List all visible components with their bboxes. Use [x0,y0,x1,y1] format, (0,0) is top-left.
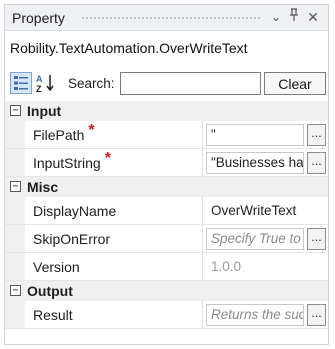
result-field[interactable]: Returns the suc [206,304,304,326]
activity-class-name: Robility.TextAutomation.OverWriteText [10,40,248,56]
search-input[interactable] [120,72,261,95]
category-misc[interactable]: − Misc [5,177,328,197]
drag-grip[interactable] [81,16,261,21]
property-name: Result [33,301,203,328]
inputstring-field[interactable]: "Businesses ha [206,152,304,174]
svg-text:Z: Z [36,84,42,94]
category-label: Input [27,103,62,119]
category-input[interactable]: − Input [5,101,328,121]
filepath-field[interactable]: " [206,124,304,146]
search-label: Search: [68,76,115,91]
property-row-filepath: FilePath * " ... [5,121,328,149]
displayname-field[interactable]: OverWriteText [206,200,304,222]
skiponerror-field[interactable]: Specify True to [206,228,304,250]
clear-button[interactable]: Clear [264,72,326,95]
property-row-skiponerror: SkipOnError Specify True to ... [5,225,328,253]
property-row-displayname: DisplayName OverWriteText [5,197,328,225]
collapse-icon[interactable]: − [10,181,21,192]
category-label: Output [27,283,73,299]
pin-icon[interactable] [286,8,302,26]
property-row-result: Result Returns the suc ... [5,301,328,329]
panel-title-bar[interactable]: Property ⌄ ✕ [5,5,328,31]
property-row-version: Version 1.0.0 [5,253,328,281]
svg-text:A: A [36,74,43,84]
ellipsis-button[interactable]: ... [307,228,326,250]
property-name: SkipOnError [33,225,203,252]
property-name: DisplayName [33,197,203,224]
property-name: Version [33,253,203,280]
required-marker: * [88,122,95,139]
property-toolbar: A Z Search: Clear [5,69,328,99]
sort-alphabetical-icon[interactable]: A Z [35,72,57,94]
ellipsis-button[interactable]: ... [307,152,326,174]
required-marker: * [104,150,111,167]
property-panel: Property ⌄ ✕ Robility.TextAutomation.Ove… [4,4,329,345]
panel-title: Property [12,10,65,26]
category-label: Misc [27,179,59,195]
category-output[interactable]: − Output [5,281,328,301]
property-row-inputstring: InputString * "Businesses ha ... [5,149,328,177]
close-icon[interactable]: ✕ [305,8,321,26]
ellipsis-button[interactable]: ... [307,304,326,326]
property-name: FilePath * [33,121,203,148]
ellipsis-button[interactable]: ... [307,124,326,146]
collapse-icon[interactable]: − [10,285,21,296]
chevron-down-icon[interactable]: ⌄ [268,8,284,26]
categorized-view-icon[interactable] [10,72,32,94]
collapse-icon[interactable]: − [10,105,21,116]
property-grid: − Input FilePath * " ... InputString * "Bu… [5,101,328,329]
version-value: 1.0.0 [206,256,304,278]
property-name: InputString * [33,149,203,176]
